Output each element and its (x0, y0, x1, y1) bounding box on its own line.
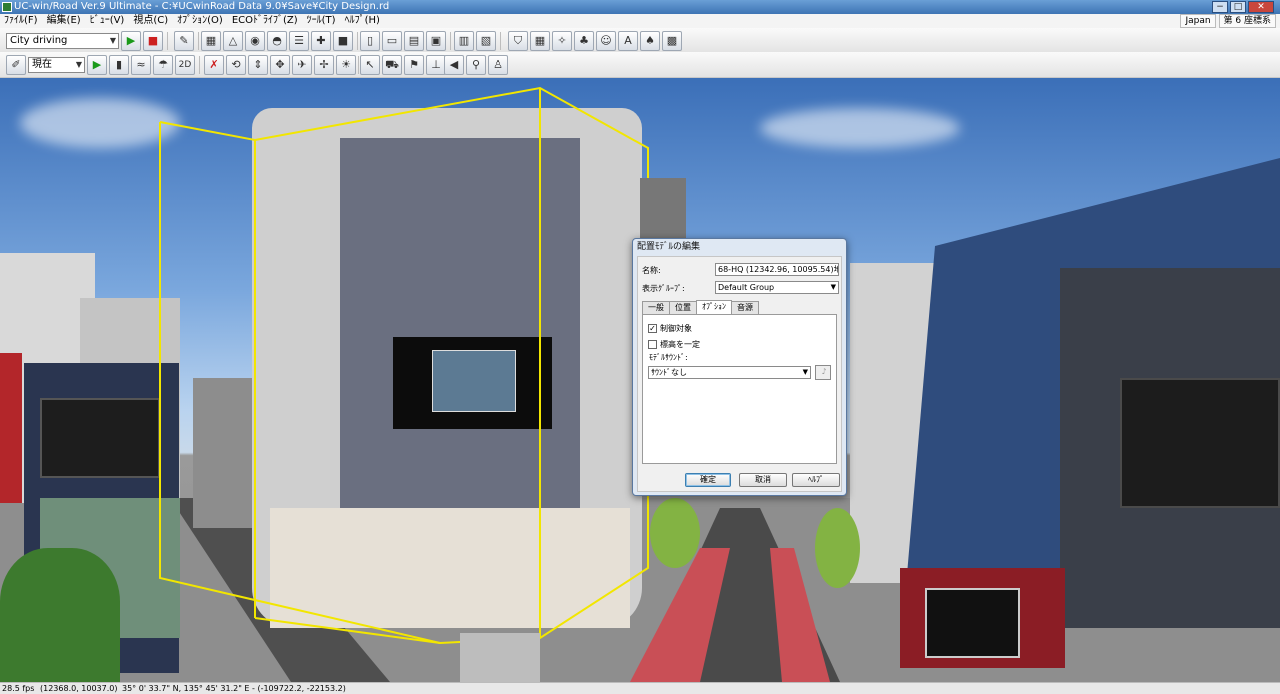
sound-play-button[interactable]: ♪ (815, 365, 831, 380)
time-select[interactable]: 現在 ▼ (28, 57, 85, 73)
grid2-icon[interactable]: ▧ (476, 31, 496, 51)
status-bar: 28.5 fps (12368.0, 10037.0) 35° 0' 33.7"… (0, 682, 1280, 694)
updown-icon[interactable]: ⇕ (248, 55, 268, 75)
window-title: UC-win/Road Ver.9 Ultimate - C:¥UCwinRoa… (14, 1, 390, 12)
select-icon[interactable]: ↖ (360, 55, 380, 75)
close-button[interactable]: ✕ (1248, 1, 1274, 13)
menu-eco-drive[interactable]: ECOﾄﾞﾗｲﾌﾞ(Z) (232, 14, 298, 28)
flag-icon[interactable]: ⚑ (404, 55, 424, 75)
view-toolbar: ✐ 現在 ▼ ▶ ▮ ≈ ☂ 2D ✗ ⟲ ⇕ ✥ ✈ ✢ ☀ ↖ ⛟ ⚑ ⊥ ◀… (0, 52, 1280, 78)
pin-icon[interactable]: ⚲ (466, 55, 486, 75)
crane-icon[interactable]: ⊥ (426, 55, 446, 75)
menu-bar: ﾌｧｲﾙ(F) 編集(E) ﾋﾞｭｰ(V) 視点(C) ｵﾌﾟｼｮﾝ(O) EC… (0, 14, 1280, 28)
edit-icon[interactable]: ✐ (6, 55, 26, 75)
minimize-button[interactable]: − (1212, 1, 1228, 13)
tools-icon[interactable]: ✧ (552, 31, 572, 51)
ok-button[interactable]: 確定 (685, 473, 731, 487)
orbit-icon[interactable]: ✢ (314, 55, 334, 75)
image-icon[interactable]: ▩ (662, 31, 682, 51)
scenario-select[interactable]: City driving ▼ (6, 33, 119, 49)
fly-icon[interactable]: ✈ (292, 55, 312, 75)
group-label: 表示ｸﾞﾙｰﾌﾟ: (642, 284, 685, 293)
save-icon[interactable]: ▣ (426, 31, 446, 51)
name-label: 名称: (642, 266, 661, 275)
position-readout: (12368.0, 10037.0) (40, 684, 118, 693)
mode-2d-button[interactable]: 2D (175, 55, 195, 75)
latlon-readout: 35° 0' 33.7" N, 135° 45' 31.2" E - (-109… (122, 684, 346, 693)
move-icon[interactable]: ✥ (270, 55, 290, 75)
chevron-down-icon: ▼ (802, 368, 808, 376)
open-folder-icon[interactable]: ▭ (382, 31, 402, 51)
options-panel: ✓ 制御対象 標高を一定 ﾓﾃﾞﾙｻｳﾝﾄﾞ: ｻｳﾝﾄﾞなし ▼ ♪ (642, 314, 837, 464)
menu-help[interactable]: ﾍﾙﾌﾟ(H) (345, 14, 380, 28)
walk-icon[interactable]: ☀ (336, 55, 356, 75)
car-icon[interactable]: ◓ (267, 31, 287, 51)
cancel-button[interactable]: 取消 (739, 473, 787, 487)
weather-icon[interactable]: ☂ (153, 55, 173, 75)
control-target-checkbox[interactable]: ✓ 制御対象 (648, 323, 692, 334)
tree-right-1 (650, 498, 700, 568)
region-indicator[interactable]: Japan (1180, 14, 1216, 28)
tree-icon[interactable]: ♣ (574, 31, 594, 51)
list-icon[interactable]: ☰ (289, 31, 309, 51)
fps-readout: 28.5 fps (2, 684, 35, 693)
group-select[interactable]: Default Group ▼ (715, 281, 839, 294)
plus-icon[interactable]: ✚ (311, 31, 331, 51)
foreground-block (460, 633, 540, 682)
kiosk-screen (925, 588, 1020, 658)
dialog-title: 配置ﾓﾃﾞﾙの編集 (637, 242, 701, 252)
save-as-icon[interactable]: ▤ (404, 31, 424, 51)
menu-view[interactable]: ﾋﾞｭｰ(V) (90, 14, 125, 28)
coordinate-system-indicator[interactable]: 第 6 座標系 (1218, 14, 1276, 28)
menu-camera[interactable]: 視点(C) (133, 14, 168, 28)
new-file-icon[interactable]: ▯ (360, 31, 380, 51)
brush-icon[interactable]: ✎ (174, 31, 194, 51)
water-icon[interactable]: ≈ (131, 55, 151, 75)
road-design-icon[interactable]: ⛉ (508, 31, 528, 51)
menu-tools[interactable]: ﾂｰﾙ(T) (307, 14, 336, 28)
stop-button[interactable]: ■ (143, 31, 163, 51)
rotate-icon[interactable]: ⟲ (226, 55, 246, 75)
edit-model-dialog: 配置ﾓﾃﾞﾙの編集 名称: 68-HQ (12342.96, 10095.54)… (632, 238, 847, 496)
terrain-icon[interactable]: ▦ (201, 31, 221, 51)
table-icon[interactable]: ▦ (530, 31, 550, 51)
sign-icon[interactable]: ◉ (245, 31, 265, 51)
tab-options[interactable]: ｵﾌﾟｼｮﾝ (696, 300, 732, 314)
dialog-close-icon[interactable] (828, 241, 842, 252)
tree-right-2 (815, 508, 860, 588)
cube-icon[interactable]: ■ (333, 31, 353, 51)
app-icon (2, 2, 12, 12)
checkbox-checked-icon: ✓ (648, 324, 657, 333)
title-bar: UC-win/Road Ver.9 Ultimate - C:¥UCwinRoa… (0, 0, 1280, 14)
tab-position[interactable]: 位置 (669, 301, 697, 314)
maximize-button[interactable]: □ (1230, 1, 1246, 13)
fixed-height-checkbox[interactable]: 標高を一定 (648, 339, 700, 350)
cross-icon[interactable]: ✗ (204, 55, 224, 75)
forest-icon[interactable]: ♠ (640, 31, 660, 51)
person-icon[interactable]: ♙ (488, 55, 508, 75)
text-icon[interactable]: A (618, 31, 638, 51)
tab-sound[interactable]: 音源 (731, 301, 759, 314)
billboard-screen-right (1120, 378, 1280, 508)
main-toolbar: City driving ▼ ▶ ■ ✎ ▦ △ ◉ ◓ ☰ ✚ ■ ▯ ▭ ▤ … (0, 28, 1280, 54)
model-sound-label: ﾓﾃﾞﾙｻｳﾝﾄﾞ: (649, 353, 688, 362)
menu-file[interactable]: ﾌｧｲﾙ(F) (4, 14, 38, 28)
help-button[interactable]: ﾍﾙﾌﾟ (792, 473, 840, 487)
grid-icon[interactable]: ▥ (454, 31, 474, 51)
tab-general[interactable]: 一般 (642, 301, 670, 314)
road-icon[interactable]: △ (223, 31, 243, 51)
nav-icon[interactable]: ◀ (444, 55, 464, 75)
name-field[interactable]: 68-HQ (12342.96, 10095.54)地点 (715, 263, 839, 276)
record-icon[interactable]: ▶ (87, 55, 107, 75)
people-icon[interactable]: ☺ (596, 31, 616, 51)
menu-options[interactable]: ｵﾌﾟｼｮﾝ(O) (177, 14, 223, 28)
checkbox-empty-icon (648, 340, 657, 349)
paint-icon[interactable]: ▮ (109, 55, 129, 75)
model-sound-select[interactable]: ｻｳﾝﾄﾞなし ▼ (648, 366, 811, 379)
menu-edit[interactable]: 編集(E) (47, 14, 81, 28)
play-button[interactable]: ▶ (121, 31, 141, 51)
vehicle-icon[interactable]: ⛟ (382, 55, 402, 75)
chevron-down-icon: ▼ (830, 283, 836, 291)
